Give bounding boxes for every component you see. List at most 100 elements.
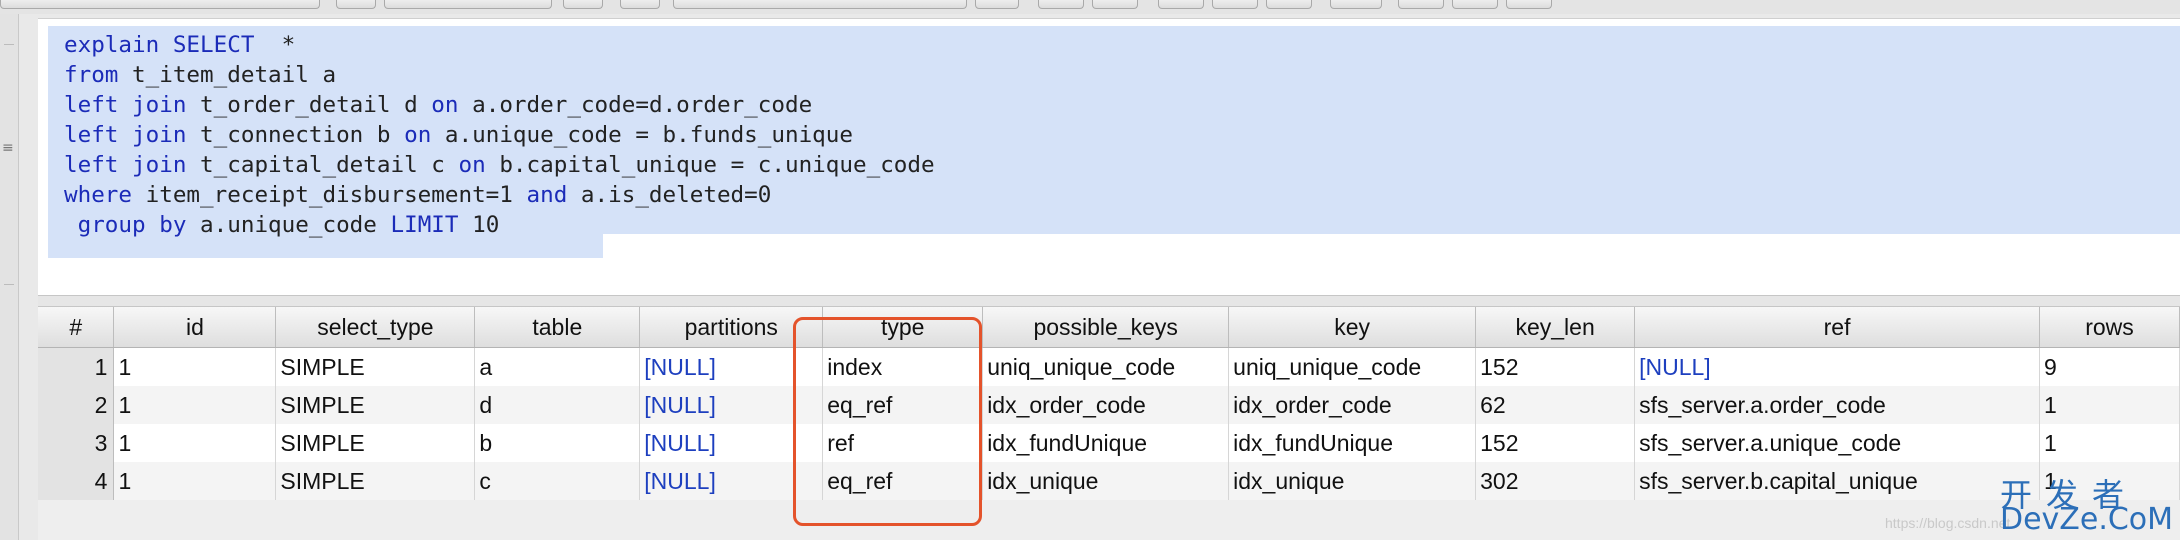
- sql-text: t_item_detail a: [118, 62, 337, 88]
- table-row[interactable]: 4 1 SIMPLE c [NULL] eq_ref idx_unique idx_uniqu…: [38, 462, 2180, 500]
- table-cell[interactable]: b: [474, 424, 641, 462]
- table-cell[interactable]: 1: [113, 424, 277, 462]
- row-number[interactable]: 3: [38, 424, 115, 462]
- sql-text: 10: [458, 212, 500, 238]
- toolbar-button[interactable]: [336, 0, 376, 9]
- table-cell[interactable]: sfs_server.a.order_code: [1634, 386, 2041, 424]
- sql-text: t_connection b: [186, 122, 405, 148]
- table-cell[interactable]: idx_fundUnique: [1228, 424, 1477, 462]
- sql-line: group by a.unique_code LIMIT 10: [64, 210, 935, 240]
- table-cell[interactable]: 1: [113, 386, 277, 424]
- table-row[interactable]: 2 1 SIMPLE d [NULL] eq_ref idx_order_code idx_o…: [38, 386, 2180, 424]
- toolbar-button[interactable]: [975, 0, 1019, 9]
- sql-keyword: left join: [64, 92, 187, 118]
- table-cell[interactable]: uniq_unique_code: [982, 347, 1230, 386]
- sql-text: b.capital_unique = c.unique_code: [485, 152, 935, 178]
- sql-line: left join t_order_detail d on a.order_co…: [64, 90, 935, 120]
- sql-line: left join t_connection b on a.unique_cod…: [64, 120, 935, 150]
- sql-keyword: group by: [64, 212, 187, 238]
- table-cell[interactable]: 1: [2039, 424, 2180, 462]
- row-number[interactable]: 1: [38, 347, 115, 386]
- sql-keyword: and: [526, 182, 568, 208]
- toolbar-button[interactable]: [1398, 0, 1444, 9]
- toolbar-button[interactable]: [1212, 0, 1258, 9]
- toolbar-button[interactable]: [1038, 0, 1084, 9]
- left-panel-gutter: ≡: [0, 14, 19, 540]
- table-cell[interactable]: 1: [2039, 386, 2180, 424]
- table-cell[interactable]: idx_order_code: [1228, 386, 1477, 424]
- sql-text: a.unique_code: [186, 212, 391, 238]
- toolbar-dropdown[interactable]: [0, 0, 320, 9]
- table-row[interactable]: 1 1 SIMPLE a [NULL] index uniq_unique_code uniq…: [38, 347, 2180, 386]
- column-header[interactable]: rows: [2039, 307, 2180, 348]
- table-cell[interactable]: idx_unique: [1228, 462, 1477, 500]
- sql-keyword: from: [64, 62, 119, 88]
- sql-keyword: LIMIT: [390, 212, 459, 238]
- pane-splitter[interactable]: [38, 295, 2180, 307]
- table-cell[interactable]: sfs_server.a.unique_code: [1634, 424, 2041, 462]
- column-header[interactable]: id: [113, 307, 277, 348]
- sql-text: t_order_detail d: [186, 92, 432, 118]
- toolbar-button[interactable]: [1266, 0, 1312, 9]
- sql-line: explain SELECT *: [64, 30, 935, 60]
- sql-keyword: on: [404, 122, 432, 148]
- watermark-logo: 开发者 DevZe.CoM: [2000, 470, 2174, 537]
- sql-keyword: on: [458, 152, 486, 178]
- table-cell[interactable]: SIMPLE: [275, 424, 476, 462]
- sql-keyword: left join: [64, 122, 187, 148]
- table-cell[interactable]: a: [474, 347, 641, 386]
- toolbar-button[interactable]: [1330, 0, 1382, 9]
- table-cell[interactable]: c: [474, 462, 641, 500]
- table-cell[interactable]: SIMPLE: [275, 386, 476, 424]
- toolbar-button[interactable]: [1092, 0, 1138, 9]
- results-grid[interactable]: # id select_type table partitions type possibl…: [38, 307, 2180, 540]
- table-cell[interactable]: 1: [113, 462, 277, 500]
- sql-code[interactable]: explain SELECT * from t_item_detail a left…: [64, 30, 935, 240]
- sql-line: where item_receipt_disbursement=1 and a.…: [64, 180, 935, 210]
- table-cell[interactable]: 152: [1475, 424, 1636, 462]
- table-cell[interactable]: d: [474, 386, 641, 424]
- sql-line: from t_item_detail a: [64, 60, 935, 90]
- column-header[interactable]: key: [1228, 307, 1477, 348]
- toolbar-button[interactable]: [1452, 0, 1498, 9]
- sql-keyword: where: [64, 182, 133, 208]
- column-header[interactable]: ref: [1634, 307, 2041, 348]
- results-table: # id select_type table partitions type possibl…: [38, 307, 2180, 500]
- menu-icon[interactable]: ≡: [2, 140, 14, 156]
- sql-keyword: left join: [64, 152, 187, 178]
- table-row[interactable]: 3 1 SIMPLE b [NULL] ref idx_fundUnique idx_fund…: [38, 424, 2180, 462]
- row-number[interactable]: 4: [38, 462, 115, 500]
- toolbar-dropdown[interactable]: [384, 0, 552, 9]
- toolbar-button[interactable]: [563, 0, 603, 9]
- table-cell[interactable]: sfs_server.b.capital_unique: [1634, 462, 2041, 500]
- table-cell[interactable]: SIMPLE: [275, 347, 476, 386]
- table-cell[interactable]: 1: [113, 347, 277, 386]
- table-cell[interactable]: 152: [1475, 347, 1636, 386]
- toolbar-button[interactable]: [1158, 0, 1204, 9]
- sql-keyword: on: [431, 92, 459, 118]
- column-header[interactable]: key_len: [1475, 307, 1636, 348]
- toolbar-dropdown[interactable]: [673, 0, 967, 9]
- sql-line: left join t_capital_detail c on b.capita…: [64, 150, 935, 180]
- table-cell[interactable]: 62: [1475, 386, 1636, 424]
- table-cell[interactable]: uniq_unique_code: [1228, 347, 1477, 386]
- table-cell[interactable]: idx_order_code: [982, 386, 1230, 424]
- table-cell[interactable]: 9: [2039, 347, 2180, 386]
- toolbar-button[interactable]: [1506, 0, 1552, 9]
- column-header[interactable]: table: [474, 307, 641, 348]
- sql-editor[interactable]: explain SELECT * from t_item_detail a left…: [38, 18, 2180, 296]
- column-header[interactable]: select_type: [275, 307, 476, 348]
- watermark-en: DevZe.CoM: [2000, 502, 2174, 537]
- table-cell[interactable]: idx_unique: [982, 462, 1230, 500]
- row-number[interactable]: 2: [38, 386, 115, 424]
- table-cell[interactable]: idx_fundUnique: [982, 424, 1230, 462]
- column-header[interactable]: #: [38, 307, 115, 348]
- toolbar: [0, 0, 2180, 14]
- header-row: # id select_type table partitions type possibl…: [38, 307, 2180, 348]
- sql-text: *: [254, 32, 296, 58]
- table-cell[interactable]: 302: [1475, 462, 1636, 500]
- toolbar-button[interactable]: [620, 0, 660, 9]
- column-header[interactable]: possible_keys: [982, 307, 1230, 348]
- table-cell[interactable]: SIMPLE: [275, 462, 476, 500]
- table-cell[interactable]: [NULL]: [1634, 347, 2041, 386]
